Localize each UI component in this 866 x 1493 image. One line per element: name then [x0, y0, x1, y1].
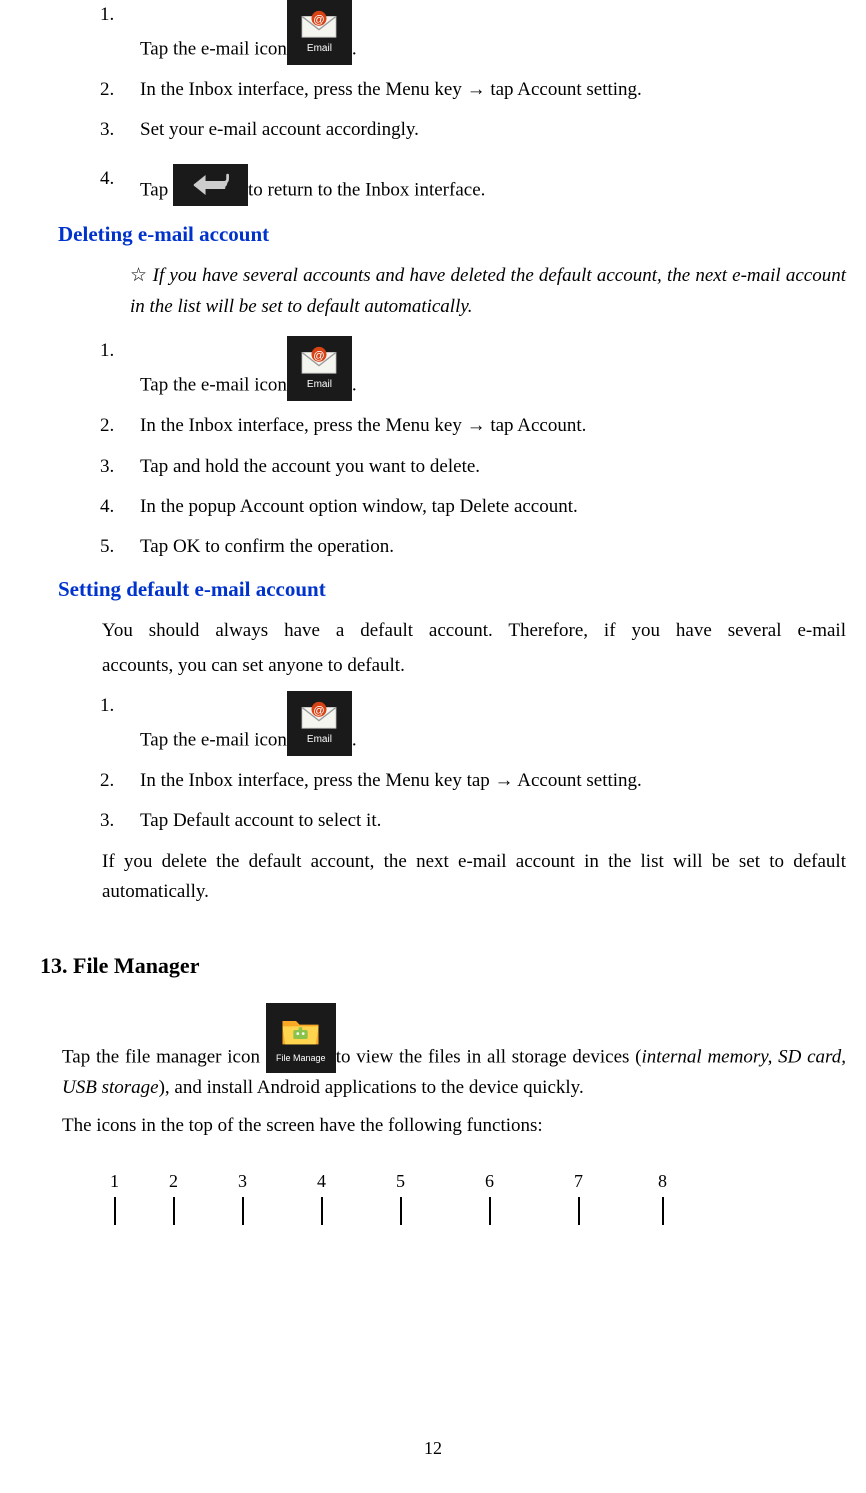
- svg-text:@: @: [314, 705, 325, 717]
- step-number: 1.: [100, 691, 114, 721]
- step-text: Set your e-mail account accordingly.: [140, 119, 419, 140]
- email-icon: @ Email: [287, 0, 352, 65]
- step-text: .: [352, 730, 357, 751]
- page-number: 12: [424, 1434, 442, 1463]
- svg-text:@: @: [314, 350, 325, 362]
- number-marker: 4: [317, 1167, 326, 1226]
- number-row: 1 2 3 4 5 6 7 8: [40, 1167, 846, 1226]
- step-text: Tap and hold the account you want to del…: [140, 456, 480, 477]
- back-icon: [173, 164, 248, 206]
- step-item: 2. In the Inbox interface, press the Men…: [40, 411, 846, 441]
- step-number: 2.: [100, 75, 114, 105]
- fm-text: to view the files in all storage devices…: [336, 1046, 642, 1067]
- step-text: to return to the Inbox interface.: [248, 179, 485, 200]
- step-number: 1.: [100, 336, 114, 366]
- default-outro: If you delete the default account, the n…: [40, 847, 846, 908]
- step-item: 1. Tap the e-mail icon @ Email .: [40, 691, 846, 756]
- step-item: 3. Tap and hold the account you want to …: [40, 452, 846, 482]
- step-text: In the Inbox interface, press the Menu k…: [140, 79, 642, 100]
- number-marker: 1: [110, 1167, 119, 1226]
- fm-text: Tap the file manager icon: [62, 1046, 266, 1067]
- step-number: 5.: [100, 532, 114, 562]
- step-item: 3. Tap Default account to select it.: [40, 806, 846, 836]
- step-number: 3.: [100, 452, 114, 482]
- number-marker: 7: [574, 1167, 583, 1226]
- step-number: 4.: [100, 164, 114, 194]
- heading-deleting: Deleting e-mail account: [58, 218, 846, 252]
- note-text: If you have several accounts and have de…: [130, 265, 846, 316]
- default-intro: You should always have a default account…: [40, 616, 846, 646]
- number-marker: 6: [485, 1167, 494, 1226]
- step-item: 1. Tap the e-mail icon @ Email .: [40, 336, 846, 401]
- step-item: 4. In the popup Account option window, t…: [40, 492, 846, 522]
- number-marker: 5: [396, 1167, 405, 1226]
- step-number: 3.: [100, 806, 114, 836]
- number-marker: 8: [658, 1167, 667, 1226]
- fm-intro: Tap the file manager icon File Manage to…: [40, 1003, 846, 1103]
- email-icon: @ Email: [287, 691, 352, 756]
- step-text: In the Inbox interface, press the Menu k…: [140, 415, 586, 436]
- step-number: 1.: [100, 0, 114, 30]
- svg-text:@: @: [314, 14, 325, 26]
- icon-label: Email: [307, 732, 332, 748]
- step-text: .: [352, 375, 357, 396]
- number-marker: 3: [238, 1167, 247, 1226]
- step-item: 4. Tap to return to the Inbox interface.: [40, 164, 846, 206]
- step-text: Tap OK to confirm the operation.: [140, 536, 394, 557]
- heading-file-manager: 13. File Manager: [40, 948, 846, 983]
- default-intro: accounts, you can set anyone to default.: [40, 651, 846, 681]
- step-text: .: [352, 39, 357, 60]
- icon-label: Email: [307, 377, 332, 393]
- fm-text: ), and install Android applications to t…: [159, 1077, 584, 1098]
- heading-default: Setting default e-mail account: [58, 573, 846, 607]
- step-text: Tap Default account to select it.: [140, 810, 381, 831]
- step-number: 2.: [100, 411, 114, 441]
- step-number: 2.: [100, 766, 114, 796]
- step-text: Tap the e-mail icon: [140, 375, 287, 396]
- fm-icons-intro: The icons in the top of the screen have …: [40, 1111, 846, 1141]
- file-manager-icon: File Manage: [266, 1003, 336, 1073]
- icon-label: File Manage: [276, 1051, 326, 1065]
- step-item: 2. In the Inbox interface, press the Men…: [40, 75, 846, 105]
- star-note: ☆ If you have several accounts and have …: [40, 261, 846, 322]
- number-marker: 2: [169, 1167, 178, 1226]
- step-text: Tap the e-mail icon: [140, 39, 287, 60]
- email-icon: @ Email: [287, 336, 352, 401]
- step-text: Tap: [140, 179, 173, 200]
- step-text: Tap the e-mail icon: [140, 730, 287, 751]
- step-text: In the Inbox interface, press the Menu k…: [140, 770, 642, 791]
- step-item: 1. Tap the e-mail icon @ Email .: [40, 0, 846, 65]
- step-text: In the popup Account option window, tap …: [140, 496, 578, 517]
- step-item: 5. Tap OK to confirm the operation.: [40, 532, 846, 562]
- icon-label: Email: [307, 41, 332, 57]
- step-item: 2. In the Inbox interface, press the Men…: [40, 766, 846, 796]
- step-number: 3.: [100, 115, 114, 145]
- step-item: 3. Set your e-mail account accordingly.: [40, 115, 846, 145]
- step-number: 4.: [100, 492, 114, 522]
